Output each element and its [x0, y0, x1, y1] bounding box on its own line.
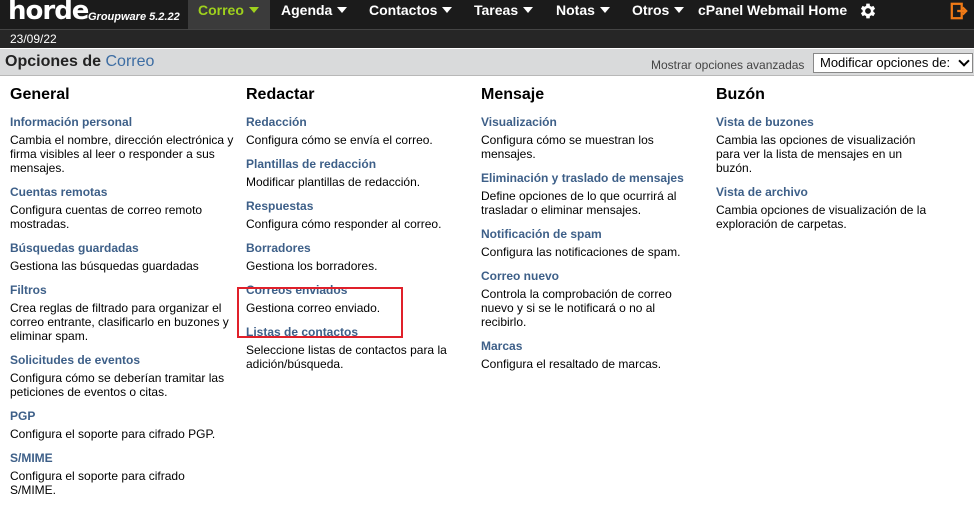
select-value: Modificar opciones de:: [820, 55, 951, 70]
chevron-down-icon: [958, 55, 970, 67]
column-heading: General: [10, 86, 70, 103]
nav-correo[interactable]: Correo: [188, 0, 270, 29]
pref-link[interactable]: Vista de archivo: [716, 185, 941, 199]
column-heading: Redactar: [246, 86, 315, 103]
pref-description: Configura el soporte para cifrado S/MIME…: [10, 469, 185, 497]
pref-description: Configura cuentas de correo remoto mostr…: [10, 203, 203, 231]
nav-label: Tareas: [474, 2, 519, 18]
nav-label: Agenda: [281, 2, 333, 18]
highlight-box: [237, 287, 403, 338]
column-heading: Mensaje: [481, 86, 545, 103]
column-heading: Buzón: [716, 86, 765, 103]
nav-tareas[interactable]: Tareas: [474, 0, 534, 29]
pref-description: Crea reglas de filtrado para organizar e…: [10, 301, 229, 343]
nav-agenda[interactable]: Agenda: [281, 0, 348, 29]
show-advanced-link[interactable]: Mostrar opciones avanzadas: [651, 58, 804, 72]
nav-label: Otros: [632, 2, 670, 18]
pref-link[interactable]: Plantillas de redacción: [246, 157, 471, 171]
nav-cpanel-home[interactable]: cPanel Webmail Home: [698, 0, 847, 29]
chevron-down-icon: [442, 7, 453, 14]
pref-link[interactable]: Eliminación y traslado de mensajes: [481, 171, 706, 185]
pref-item: S/MIME Configura el soporte para cifrado…: [10, 451, 235, 497]
logout-icon[interactable]: [950, 2, 968, 20]
pref-link[interactable]: Cuentas remotas: [10, 185, 235, 199]
modify-options-select[interactable]: Modificar opciones de:: [813, 53, 973, 73]
pref-item: Redacción Configura cómo se envía el cor…: [246, 115, 471, 147]
pref-item: Vista de archivo Cambia opciones de visu…: [716, 185, 941, 231]
pref-link[interactable]: Borradores: [246, 241, 471, 255]
logo-word: horde: [8, 0, 89, 26]
pref-item: Filtros Crea reglas de filtrado para org…: [10, 283, 235, 343]
page-title-app: Correo: [105, 53, 155, 70]
pref-item: Cuentas remotas Configura cuentas de cor…: [10, 185, 235, 231]
pref-description: Configura cómo responder al correo.: [246, 217, 442, 231]
pref-item: Respuestas Configura cómo responder al c…: [246, 199, 471, 231]
pref-link[interactable]: PGP: [10, 409, 235, 423]
column-general: General Información personal Cambia el n…: [10, 86, 235, 507]
pref-description: Modificar plantillas de redacción.: [246, 175, 421, 189]
page-title: Opciones de Correo: [5, 53, 154, 71]
pref-item: Plantillas de redacción Modificar planti…: [246, 157, 471, 189]
pref-item: Búsquedas guardadas Gestiona las búsqued…: [10, 241, 235, 273]
pref-link[interactable]: Información personal: [10, 115, 235, 129]
top-nav-bar: horde Groupware 5.2.22 Correo Agenda Con…: [0, 0, 974, 29]
pref-description: Configura las notificaciones de spam.: [481, 245, 681, 259]
chevron-down-icon: [337, 7, 348, 14]
nav-contactos[interactable]: Contactos: [369, 0, 453, 29]
pref-item: Visualización Configura cómo se muestran…: [481, 115, 706, 161]
column-buzon: Buzón Vista de buzones Cambia las opcion…: [716, 86, 941, 241]
pref-item: Correo nuevo Controla la comprobación de…: [481, 269, 706, 329]
options-header: Opciones de Correo Mostrar opciones avan…: [0, 49, 974, 76]
pref-item: Solicitudes de eventos Configura cómo se…: [10, 353, 235, 399]
pref-item: Notificación de spam Configura las notif…: [481, 227, 706, 259]
nav-label: cPanel Webmail Home: [698, 2, 848, 18]
nav-label: Correo: [198, 2, 244, 18]
pref-description: Gestiona las búsquedas guardadas: [10, 259, 199, 273]
pref-link[interactable]: Visualización: [481, 115, 706, 129]
pref-description: Configura cómo se muestran los mensajes.: [481, 133, 654, 161]
pref-link[interactable]: S/MIME: [10, 451, 235, 465]
chevron-down-icon: [674, 7, 685, 14]
chevron-down-icon: [599, 7, 610, 14]
pref-description: Configura cómo se envía el correo.: [246, 133, 433, 147]
pref-link[interactable]: Respuestas: [246, 199, 471, 213]
pref-description: Configura cómo se deberían tramitar las …: [10, 371, 225, 399]
pref-link[interactable]: Vista de buzones: [716, 115, 941, 129]
pref-item: Marcas Configura el resaltado de marcas.: [481, 339, 706, 371]
column-mensaje: Mensaje Visualización Configura cómo se …: [481, 86, 706, 381]
pref-link[interactable]: Filtros: [10, 283, 235, 297]
nav-otros[interactable]: Otros: [632, 0, 685, 29]
nav-label: Notas: [556, 2, 595, 18]
pref-link[interactable]: Marcas: [481, 339, 706, 353]
pref-description: Cambia las opciones de visualización par…: [716, 133, 916, 175]
pref-description: Cambia opciones de visualización de la e…: [716, 203, 927, 231]
nav-notas[interactable]: Notas: [556, 0, 610, 29]
pref-item: Eliminación y traslado de mensajes Defin…: [481, 171, 706, 217]
date-bar: 23/09/22: [0, 29, 974, 48]
pref-description: Controla la comprobación de correo nuevo…: [481, 287, 672, 329]
pref-link[interactable]: Notificación de spam: [481, 227, 706, 241]
pref-description: Configura el resaltado de marcas.: [481, 357, 662, 371]
pref-description: Seleccione listas de contactos para la a…: [246, 343, 447, 371]
pref-item: PGP Configura el soporte para cifrado PG…: [10, 409, 235, 441]
pref-item: Borradores Gestiona los borradores.: [246, 241, 471, 273]
page-title-prefix: Opciones de: [5, 53, 102, 70]
pref-item: Información personal Cambia el nombre, d…: [10, 115, 235, 175]
version-label: Groupware 5.2.22: [88, 11, 180, 23]
gear-icon[interactable]: [858, 1, 878, 21]
pref-link[interactable]: Redacción: [246, 115, 471, 129]
pref-description: Define opciones de lo que ocurrirá al tr…: [481, 189, 677, 217]
pref-description: Gestiona los borradores.: [246, 259, 378, 273]
chevron-down-icon: [523, 7, 534, 14]
pref-link[interactable]: Solicitudes de eventos: [10, 353, 235, 367]
pref-link[interactable]: Búsquedas guardadas: [10, 241, 235, 255]
pref-link[interactable]: Correo nuevo: [481, 269, 706, 283]
chevron-down-icon: [248, 7, 259, 14]
nav-label: Contactos: [369, 2, 438, 18]
pref-description: Configura el soporte para cifrado PGP.: [10, 427, 216, 441]
pref-item: Vista de buzones Cambia las opciones de …: [716, 115, 941, 175]
pref-description: Cambia el nombre, dirección electrónica …: [10, 133, 234, 175]
current-date: 23/09/22: [10, 32, 57, 46]
